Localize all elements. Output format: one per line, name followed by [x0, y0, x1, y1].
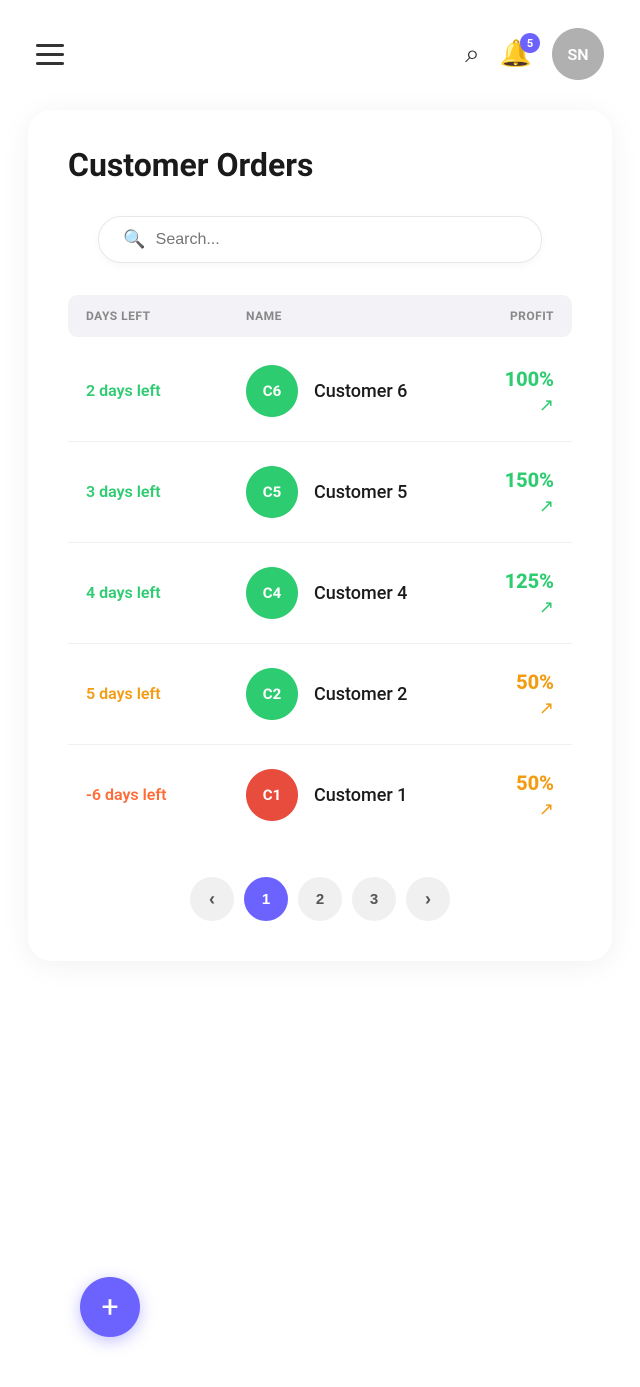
order-row[interactable]: 3 days left C5 Customer 5 150% ↗︎ — [68, 442, 572, 543]
main-card: Customer Orders 🔍 DAYS LEFT NAME PROFIT … — [28, 110, 612, 961]
days-left-text: 2 days left — [86, 380, 246, 402]
header-name: NAME — [246, 309, 464, 323]
trend-up-icon: ↗︎ — [539, 496, 554, 517]
customer-avatar: C4 — [246, 567, 298, 619]
order-row[interactable]: -6 days left C1 Customer 1 50% ↗︎ — [68, 745, 572, 845]
profit-col: 150% ↗︎ — [464, 468, 554, 517]
customer-name: Customer 4 — [314, 583, 407, 604]
trend-up-icon: ↗︎ — [539, 799, 554, 820]
avatar[interactable]: SN — [552, 28, 604, 80]
search-bar-icon: 🔍 — [123, 229, 145, 250]
days-left-text: -6 days left — [86, 784, 246, 806]
pagination: ‹ 1 2 3 › — [68, 877, 572, 921]
customer-avatar: C2 — [246, 668, 298, 720]
hamburger-line-2 — [36, 53, 64, 56]
search-bar: 🔍 — [98, 216, 542, 263]
search-input[interactable] — [156, 231, 517, 249]
profit-col: 50% ↗︎ — [464, 670, 554, 719]
customer-name: Customer 2 — [314, 684, 407, 705]
hamburger-line-1 — [36, 44, 64, 47]
profit-value: 50% — [516, 771, 554, 795]
header-days-left: DAYS LEFT — [86, 309, 246, 323]
customer-name: Customer 1 — [314, 785, 407, 806]
order-row[interactable]: 4 days left C4 Customer 4 125% ↗︎ — [68, 543, 572, 644]
customer-info: C2 Customer 2 — [246, 668, 464, 720]
order-row[interactable]: 2 days left C6 Customer 6 100% ↗︎ — [68, 341, 572, 442]
profit-col: 50% ↗︎ — [464, 771, 554, 820]
profit-col: 100% ↗︎ — [464, 367, 554, 416]
search-icon[interactable]: ⌕ — [465, 39, 480, 70]
customer-info: C6 Customer 6 — [246, 365, 464, 417]
nav-right: ⌕ 🔔 5 SN — [465, 28, 604, 80]
days-left-text: 4 days left — [86, 582, 246, 604]
order-row[interactable]: 5 days left C2 Customer 2 50% ↗︎ — [68, 644, 572, 745]
customer-info: C4 Customer 4 — [246, 567, 464, 619]
customer-avatar: C6 — [246, 365, 298, 417]
trend-up-icon: ↗︎ — [539, 597, 554, 618]
notification-badge: 5 — [520, 33, 540, 53]
customer-name: Customer 5 — [314, 482, 407, 503]
trend-up-icon: ↗︎ — [539, 698, 554, 719]
profit-value: 100% — [505, 367, 554, 391]
top-nav: ⌕ 🔔 5 SN — [0, 0, 640, 100]
pagination-next[interactable]: › — [406, 877, 450, 921]
customer-avatar: C5 — [246, 466, 298, 518]
profit-value: 50% — [516, 670, 554, 694]
pagination-page-3[interactable]: 3 — [352, 877, 396, 921]
customer-info: C5 Customer 5 — [246, 466, 464, 518]
pagination-page-2[interactable]: 2 — [298, 877, 342, 921]
days-left-text: 3 days left — [86, 481, 246, 503]
profit-col: 125% ↗︎ — [464, 569, 554, 618]
page-title: Customer Orders — [68, 146, 572, 184]
pagination-prev[interactable]: ‹ — [190, 877, 234, 921]
profit-value: 150% — [505, 468, 554, 492]
customer-name: Customer 6 — [314, 381, 407, 402]
hamburger-menu[interactable] — [36, 44, 64, 65]
search-bar-wrapper: 🔍 — [68, 216, 572, 263]
table-header: DAYS LEFT NAME PROFIT — [68, 295, 572, 337]
fab-add-button[interactable]: + — [80, 1277, 140, 1337]
orders-list: 2 days left C6 Customer 6 100% ↗︎ 3 days… — [68, 341, 572, 845]
profit-value: 125% — [505, 569, 554, 593]
trend-up-icon: ↗︎ — [539, 395, 554, 416]
days-left-text: 5 days left — [86, 683, 246, 705]
hamburger-line-3 — [36, 62, 64, 65]
customer-avatar: C1 — [246, 769, 298, 821]
header-profit: PROFIT — [464, 309, 554, 323]
pagination-page-1[interactable]: 1 — [244, 877, 288, 921]
bell-wrapper[interactable]: 🔔 5 — [500, 39, 532, 69]
customer-info: C1 Customer 1 — [246, 769, 464, 821]
